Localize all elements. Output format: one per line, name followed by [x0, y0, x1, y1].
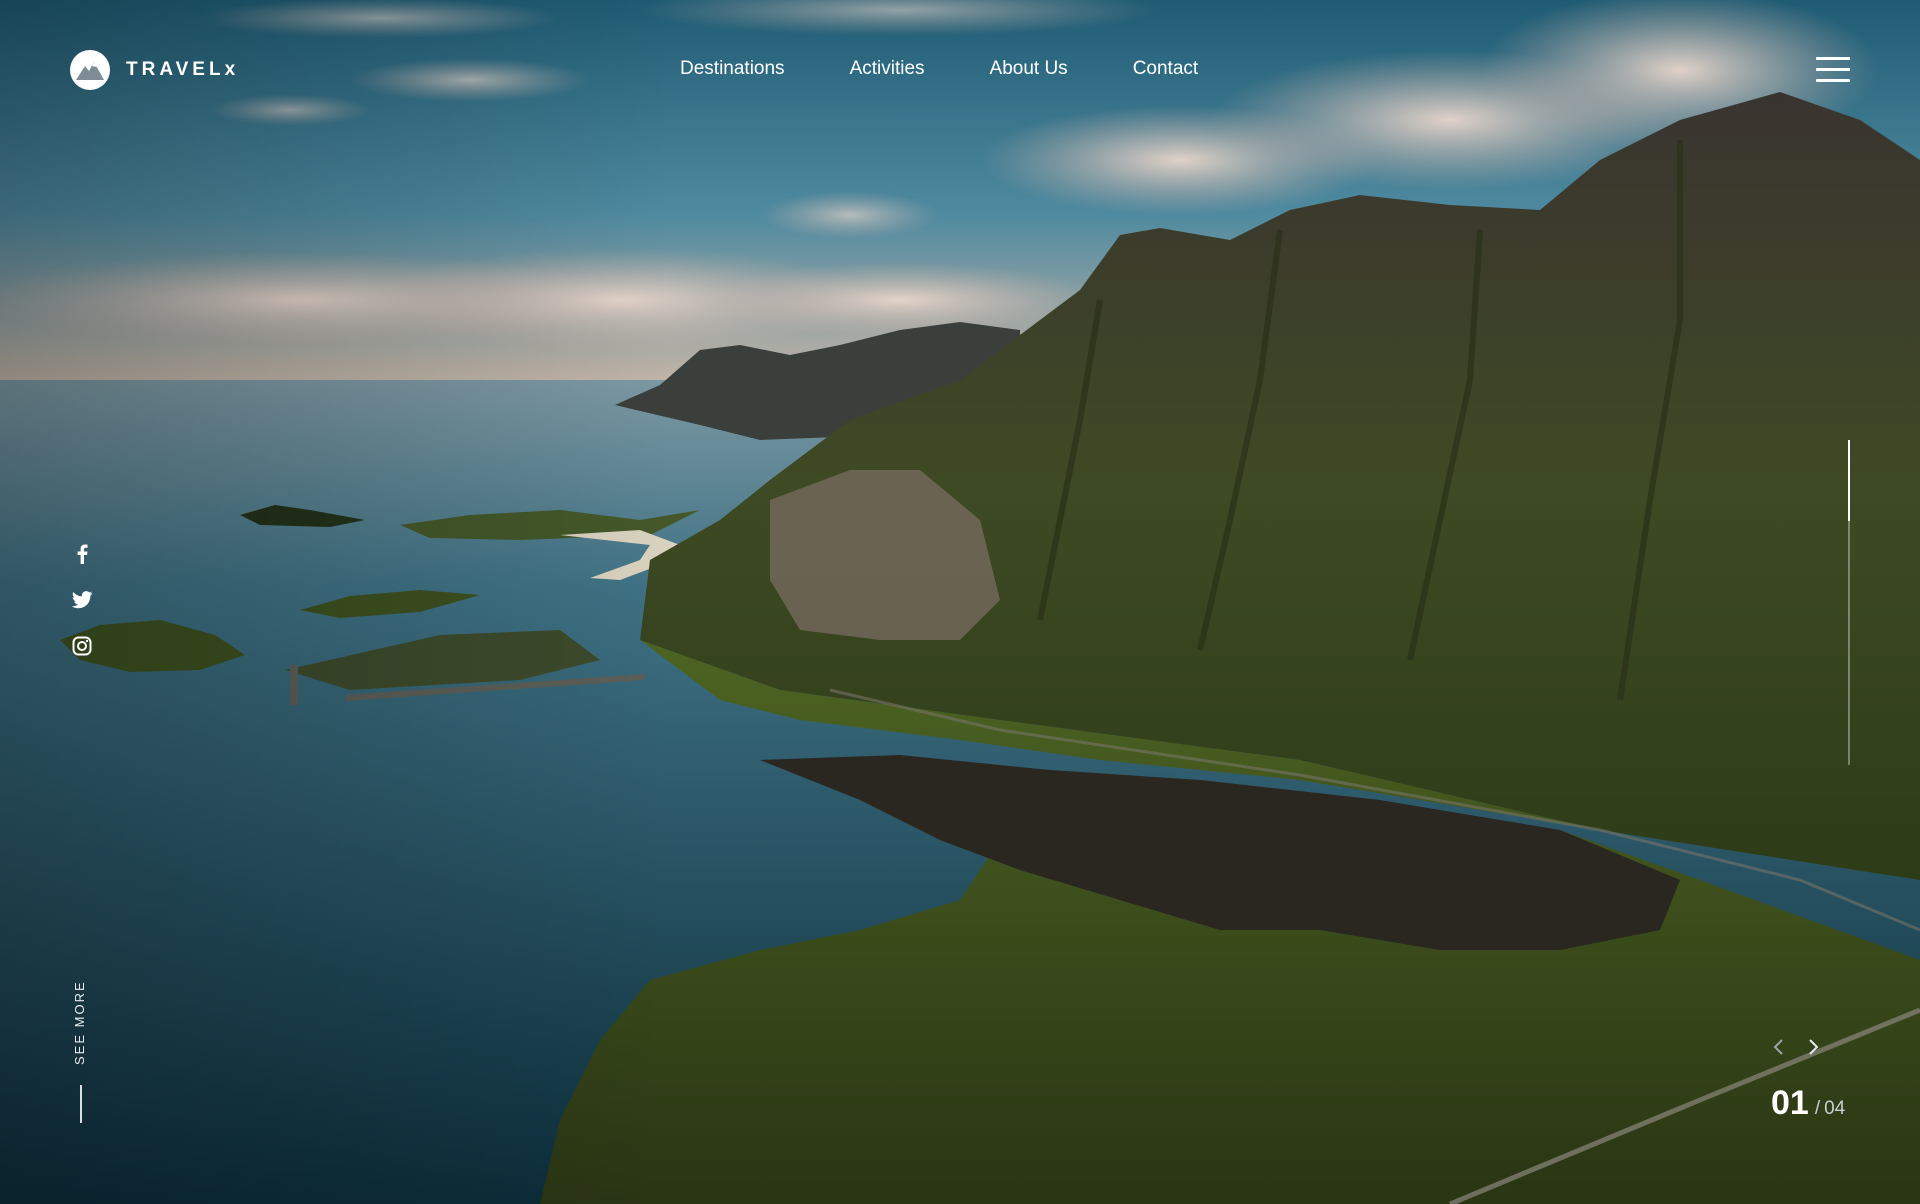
instagram-icon[interactable]	[70, 635, 94, 657]
see-more-label: SEE MORE	[72, 980, 87, 1065]
nav-link-contact[interactable]: Contact	[1133, 58, 1198, 80]
nav-link-destinations[interactable]: Destinations	[680, 58, 785, 80]
nav-link-about-us[interactable]: About Us	[990, 58, 1068, 80]
brand-logo[interactable]: TRAVELx	[70, 50, 239, 90]
hamburger-menu-icon[interactable]	[1816, 57, 1850, 83]
social-links	[70, 543, 94, 657]
slide-progress-track	[1848, 440, 1850, 765]
chevron-right-icon[interactable]	[1804, 1037, 1824, 1057]
slider-arrows	[1768, 1037, 1824, 1057]
see-more-line	[80, 1085, 82, 1123]
slide-counter-current: 01	[1771, 1084, 1809, 1122]
chevron-left-icon[interactable]	[1768, 1037, 1788, 1057]
see-more-link[interactable]: SEE MORE	[70, 975, 90, 1065]
slide-counter: 01/04	[1771, 1084, 1845, 1123]
facebook-icon[interactable]	[70, 543, 94, 565]
slide-progress-fill	[1848, 440, 1850, 522]
twitter-icon[interactable]	[70, 589, 94, 611]
brand-name: TRAVELx	[126, 59, 240, 80]
slide-counter-separator: /	[1814, 1098, 1821, 1119]
mountain-icon	[70, 50, 110, 90]
hero-background-image	[0, 0, 1920, 1204]
nav-link-activities[interactable]: Activities	[850, 58, 925, 80]
main-nav: Destinations Activities About Us Contact	[680, 58, 1198, 80]
slide-counter-total: 04	[1824, 1098, 1846, 1119]
